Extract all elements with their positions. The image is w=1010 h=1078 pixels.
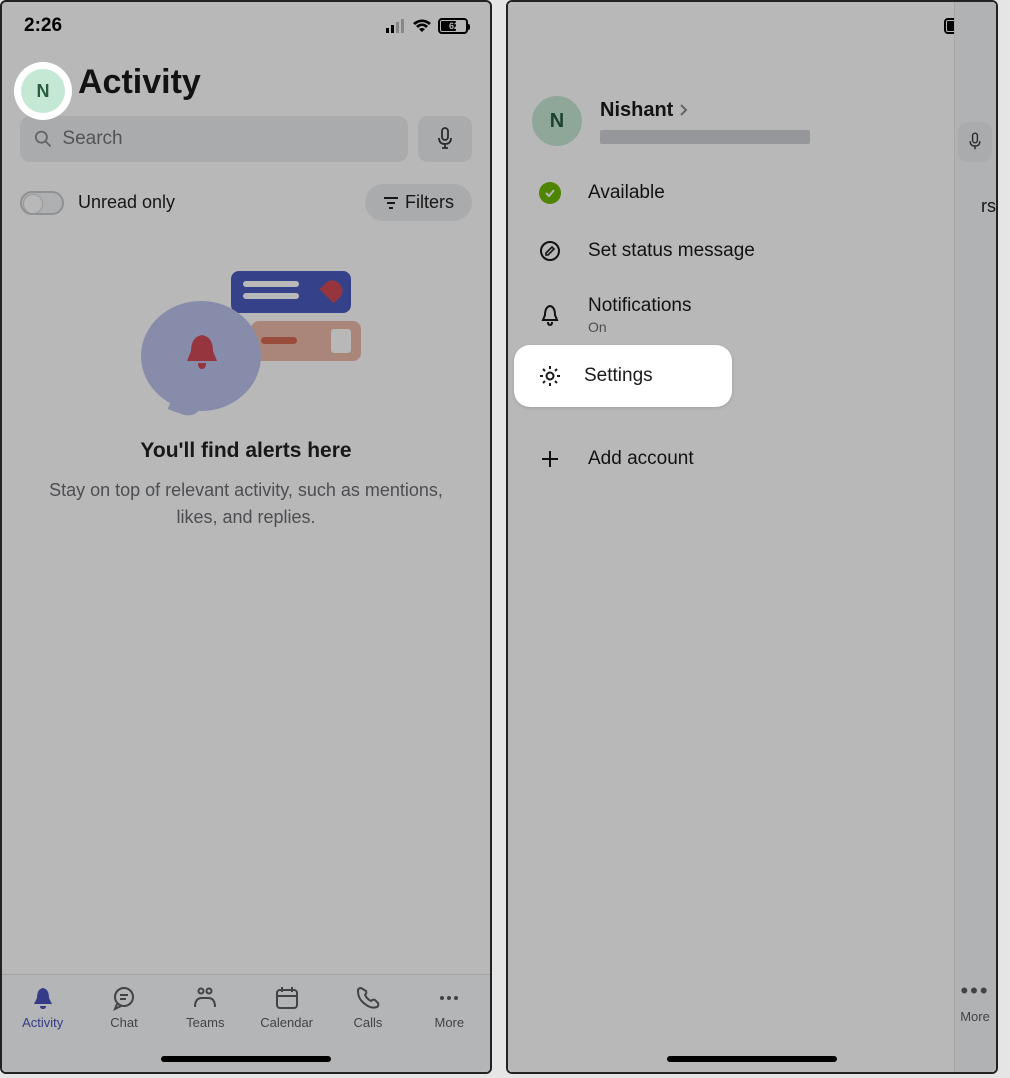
chevron-right-icon — [679, 103, 689, 117]
edit-icon — [538, 239, 562, 263]
avatar-highlight-ring: N — [14, 62, 72, 120]
empty-body: Stay on top of relevant activity, such a… — [38, 477, 454, 531]
empty-heading: You'll find alerts here — [38, 439, 454, 463]
menu-label: Notifications — [588, 295, 692, 317]
home-indicator — [667, 1056, 837, 1062]
wifi-icon — [412, 19, 432, 33]
tab-label: Teams — [186, 1015, 224, 1030]
empty-state: You'll find alerts here Stay on top of r… — [2, 231, 490, 531]
header: Activity — [2, 50, 490, 108]
calendar-icon — [274, 985, 300, 1011]
menu-item-status[interactable]: Available — [508, 164, 954, 222]
settings-label: Settings — [584, 365, 653, 387]
menu-label: Set status message — [588, 240, 755, 262]
more-icon-peek: ••• — [960, 978, 990, 1004]
bell-icon — [30, 985, 56, 1011]
bell-icon — [538, 303, 562, 327]
plus-icon — [538, 447, 562, 471]
gear-icon — [538, 364, 562, 388]
voice-search-button-peek — [958, 122, 992, 162]
filter-row: Unread only Filters — [2, 170, 490, 231]
settings-highlight[interactable]: Settings — [514, 345, 732, 407]
teams-icon — [192, 985, 218, 1011]
profile-row[interactable]: N Nishant — [508, 50, 954, 164]
filters-button[interactable]: Filters — [365, 184, 472, 221]
tab-label: Chat — [110, 1015, 137, 1030]
unread-only-toggle[interactable] — [20, 191, 64, 215]
available-status-icon — [539, 182, 561, 204]
tab-label: Calls — [354, 1015, 383, 1030]
voice-search-button[interactable] — [418, 116, 472, 162]
profile-avatar-button[interactable]: N — [21, 69, 65, 113]
tab-label: More — [434, 1015, 464, 1030]
unread-only-label: Unread only — [78, 192, 175, 213]
avatar-initial: N — [550, 110, 564, 133]
status-time: 2:26 — [24, 15, 62, 37]
search-input[interactable] — [62, 128, 394, 150]
profile-avatar: N — [532, 96, 582, 146]
tab-bar: Activity Chat Teams Calendar Calls More — [2, 974, 490, 1072]
tab-label: Calendar — [260, 1015, 313, 1030]
menu-label: Add account — [588, 448, 694, 470]
search-input-wrap[interactable] — [20, 116, 408, 162]
menu-item-add-account[interactable]: Add account — [508, 430, 954, 488]
search-icon — [34, 129, 52, 149]
more-label-peek: More — [954, 1009, 996, 1024]
battery-icon: 62 — [438, 18, 468, 34]
menu-item-notifications[interactable]: Notifications On — [508, 280, 954, 350]
search-row — [2, 108, 490, 170]
home-indicator — [161, 1056, 331, 1062]
phone-icon — [355, 985, 381, 1011]
tab-label: Activity — [22, 1015, 63, 1030]
bell-illustration-icon — [181, 331, 223, 373]
empty-illustration — [141, 261, 351, 421]
menu-sublabel: On — [588, 319, 692, 335]
menu-label: Available — [588, 182, 665, 204]
status-bar: 2:26 62 — [2, 2, 490, 50]
menu-item-set-status[interactable]: Set status message — [508, 222, 954, 280]
tab-chat[interactable]: Chat — [88, 985, 160, 1072]
more-icon — [436, 985, 462, 1011]
microphone-icon — [435, 127, 455, 151]
tab-calls[interactable]: Calls — [332, 985, 404, 1072]
background-peek: rs ••• More — [954, 2, 996, 1072]
profile-name: Nishant — [600, 99, 810, 122]
profile-side-panel: N Nishant Available Set status — [508, 50, 954, 1072]
filters-label: Filters — [405, 192, 454, 213]
page-title: Activity — [78, 63, 201, 102]
profile-email-redacted — [600, 130, 810, 144]
filters-label-peek: rs — [975, 188, 996, 225]
chat-icon — [111, 985, 137, 1011]
tab-activity[interactable]: Activity — [7, 985, 79, 1072]
avatar-initial: N — [37, 81, 50, 102]
screenshot-left: 2:26 62 N Activity Unread only — [0, 0, 492, 1074]
status-icons: 62 — [386, 18, 468, 34]
tab-more[interactable]: More — [413, 985, 485, 1072]
cellular-icon — [386, 19, 406, 33]
screenshot-right: 2:26 62 rs ••• More N Nishant — [506, 0, 998, 1074]
filter-icon — [383, 196, 399, 210]
microphone-icon — [967, 132, 983, 152]
